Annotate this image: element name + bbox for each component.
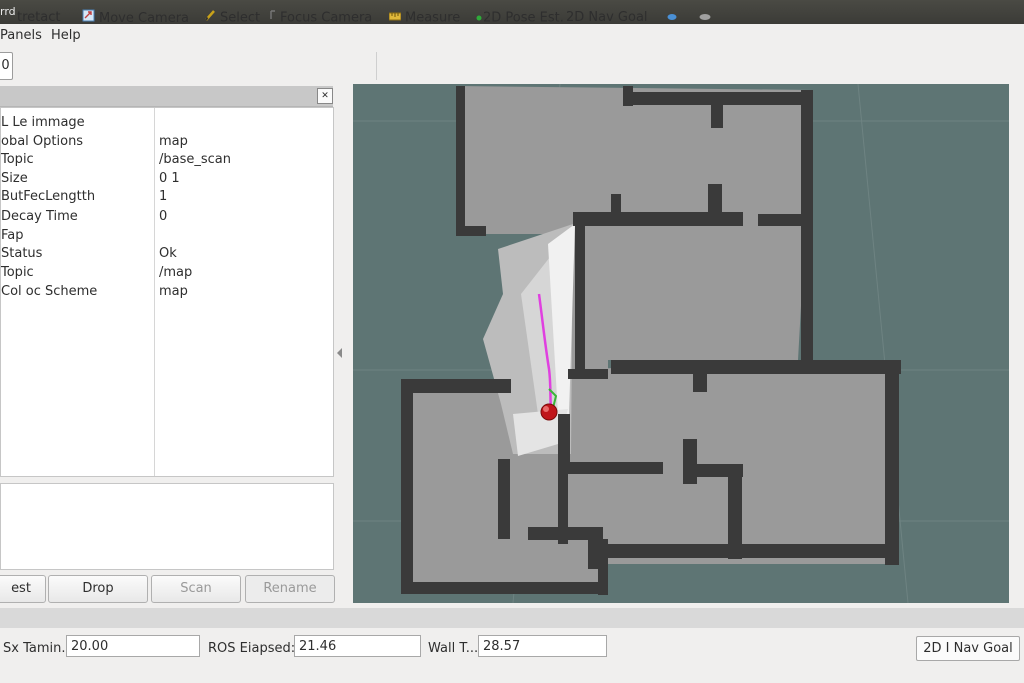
pose-estimate-tool[interactable]: 2D Pose Est. — [476, 9, 564, 27]
rename-button[interactable]: Rename — [245, 575, 335, 603]
property-row[interactable]: Size 0 1 — [1, 171, 333, 189]
pose-estimate-label: 2D Pose Est. — [483, 10, 564, 26]
close-icon[interactable]: ✕ — [317, 88, 333, 104]
toolbar — [0, 48, 1024, 84]
move-camera-tool[interactable]: Move Camera — [82, 9, 189, 27]
property-key: Decay Time — [1, 209, 78, 224]
property-description-box — [0, 483, 334, 570]
measure-tool[interactable]: Measure — [388, 9, 461, 27]
move-camera-icon — [82, 9, 95, 28]
nav-goal-label: 2D Nav Goal — [566, 10, 648, 25]
time-panel-header — [0, 608, 1024, 628]
add-tool-icon — [667, 9, 677, 27]
focus-camera-label: Focus Camera — [280, 10, 373, 26]
ros-elapsed-label: ROS Eiapsed: — [208, 641, 296, 656]
free-space — [403, 86, 898, 594]
property-row[interactable]: L Le immage — [1, 115, 333, 133]
property-key: Col oc Scheme — [1, 284, 98, 299]
property-key: ButFecLengtth — [1, 189, 96, 204]
sim-time-label: Sx Tamin. — [3, 641, 66, 656]
measure-icon — [388, 9, 402, 27]
focus-camera-icon — [269, 9, 278, 27]
pose-estimate-icon — [476, 9, 482, 27]
displays-panel-header — [0, 86, 333, 107]
robot-highlight — [543, 406, 549, 412]
toolbar-separator — [376, 52, 377, 80]
property-row[interactable]: obal Options map — [1, 134, 333, 152]
displays-property-tree: L Le immage obal Options map Topic /base… — [0, 107, 334, 477]
property-key: Topic — [1, 265, 34, 280]
nav-goal-button[interactable]: 2D I Nav Goal — [916, 636, 1020, 661]
occupancy-map — [353, 84, 1009, 603]
ros-elapsed-field[interactable]: 21.46 — [294, 635, 421, 657]
nav-goal-tool[interactable]: 2D Nav Goal — [566, 9, 648, 27]
move-camera-label: Move Camera — [99, 11, 190, 26]
property-key: Topic — [1, 152, 34, 167]
interact-tool[interactable]: tretact — [17, 9, 60, 27]
focus-camera-tool[interactable]: Focus Camera — [269, 9, 372, 27]
property-row[interactable]: ButFecLengtth 1 — [1, 189, 333, 207]
test-button[interactable]: est — [0, 575, 46, 603]
add-tool-button[interactable] — [667, 9, 681, 27]
select-label: Select — [220, 10, 261, 26]
property-key: Status — [1, 246, 43, 261]
window-title: rrd — [0, 5, 16, 18]
property-value: /map — [159, 265, 193, 280]
property-row[interactable]: Topic /map — [1, 265, 333, 283]
select-icon — [204, 9, 216, 27]
property-key: Fap — [1, 228, 24, 243]
sim-time-field[interactable]: 20.00 — [66, 635, 200, 657]
select-tool[interactable]: Select — [204, 9, 260, 27]
measure-label: Measure — [405, 10, 461, 26]
render-viewport[interactable] — [353, 84, 1009, 603]
wall-time-field[interactable]: 28.57 — [478, 635, 607, 657]
menu-help[interactable]: Help — [51, 28, 81, 43]
property-value: 0 — [159, 209, 168, 224]
property-key: Size — [1, 171, 28, 186]
property-row[interactable]: Decay Time 0 — [1, 209, 333, 227]
menu-panels[interactable]: Panels — [0, 28, 42, 43]
remove-tool-button[interactable] — [699, 9, 715, 27]
scan-button[interactable]: Scan — [151, 575, 241, 603]
interact-label: tretact — [17, 10, 61, 25]
property-key: L Le immage — [1, 115, 85, 130]
robot-marker[interactable] — [540, 403, 558, 421]
property-row[interactable]: Status Ok — [1, 246, 333, 264]
property-row[interactable]: Topic /base_scan — [1, 152, 333, 170]
property-row[interactable]: Col oc Scheme map — [1, 284, 333, 302]
drop-button[interactable]: Drop — [48, 575, 148, 603]
property-value: 0 1 — [159, 171, 180, 186]
property-value: Ok — [159, 246, 177, 261]
property-row[interactable]: Fap — [1, 228, 333, 246]
property-value: /base_scan — [159, 152, 231, 167]
menu-bar: Panels Help — [0, 24, 1024, 48]
remove-tool-icon — [699, 9, 711, 27]
property-key: obal Options — [1, 134, 84, 149]
wall-time-label: Wall T... — [428, 641, 479, 656]
collapse-panel-handle[interactable] — [337, 348, 342, 358]
property-value: map — [159, 134, 188, 149]
property-value: 1 — [159, 189, 168, 204]
property-value: map — [159, 284, 188, 299]
interact-count-field[interactable]: 0 — [0, 52, 13, 80]
